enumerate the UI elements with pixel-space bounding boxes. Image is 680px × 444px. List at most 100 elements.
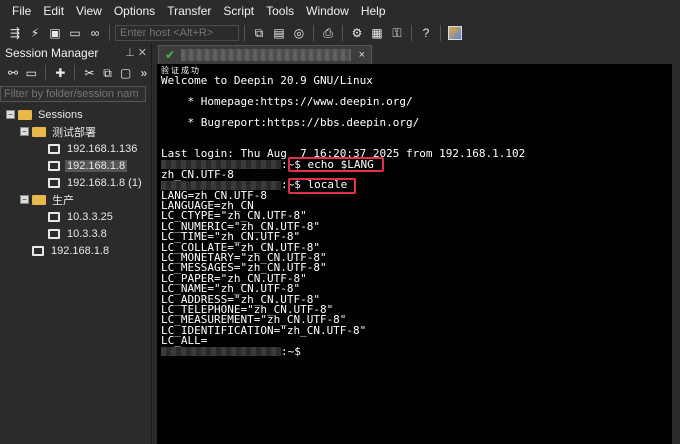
tab-close-button[interactable]: × — [359, 49, 365, 61]
terminal-line: Welcome to Deepin 20.9 GNU/Linux — [161, 74, 373, 88]
terminal-prompt-line: :~$ — [161, 344, 672, 358]
reconnect-icon[interactable]: ▭ — [66, 24, 84, 42]
tree-group[interactable]: − 生产 — [0, 191, 151, 208]
more-icon[interactable]: » — [137, 65, 151, 81]
host-input[interactable] — [115, 25, 239, 41]
menu-file[interactable]: File — [6, 0, 37, 22]
menu-transfer[interactable]: Transfer — [161, 0, 217, 22]
terminal-line: * Homepage:https://www.deepin.org/ — [161, 95, 413, 109]
terminal-scrollbar[interactable] — [672, 64, 680, 444]
tree-session[interactable]: 192.168.1.8 (1) — [0, 174, 151, 191]
menu-help[interactable]: Help — [355, 0, 392, 22]
cut-icon[interactable]: ✂ — [82, 65, 96, 81]
menu-options[interactable]: Options — [108, 0, 161, 22]
menu-bar: File Edit View Options Transfer Script T… — [0, 0, 680, 22]
add-icon[interactable]: ✚ — [53, 65, 67, 81]
terminal-line: LC_IDENTIFICATION="zh_CN.UTF-8" — [161, 323, 367, 337]
collapse-icon[interactable]: − — [20, 127, 29, 136]
tree-session-label: 192.168.1.136 — [67, 142, 138, 155]
tree-session-selected[interactable]: 192.168.1.8 — [0, 157, 151, 174]
tree-session[interactable]: 10.3.3.8 — [0, 225, 151, 242]
tree-session-label: 192.168.1.8 — [51, 244, 110, 257]
collapse-icon[interactable]: − — [6, 110, 15, 119]
menu-window[interactable]: Window — [300, 0, 355, 22]
tree-session-label: 10.3.3.25 — [67, 210, 113, 223]
sftp-icon[interactable] — [446, 24, 464, 42]
folder-icon — [32, 126, 46, 137]
monitor-icon — [48, 211, 60, 222]
session-manager-header: Session Manager ⊥ ✕ — [0, 44, 151, 62]
tree-session-label: 10.3.3.8 — [67, 227, 107, 240]
collapse-icon[interactable]: − — [20, 195, 29, 204]
find-icon[interactable]: ◎ — [290, 24, 308, 42]
session-tab-icon[interactable]: ▭ — [24, 65, 38, 81]
toolbar: ⇶ ⚡ ▣ ▭ ∞ ⧉ ▤ ◎ ⎙ ⚙ ▦ ⚿ ? — [0, 22, 680, 44]
copy-icon[interactable]: ⧉ — [100, 65, 114, 81]
redacted-hostname — [161, 347, 281, 357]
monitor-icon — [32, 245, 44, 256]
toolbar-divider — [74, 65, 76, 81]
toolbar-divider — [45, 65, 47, 81]
close-icon[interactable]: ✕ — [138, 47, 147, 59]
session-manager-toolbar: ⚯ ▭ ✚ ✂ ⧉ ▢ » — [0, 62, 151, 84]
tree-session[interactable]: 192.168.1.8 — [0, 242, 151, 259]
monitor-icon — [48, 177, 60, 188]
sftp-icon-glyph — [448, 26, 462, 40]
key-icon[interactable]: ⚿ — [388, 24, 406, 42]
connect-icon[interactable]: ⇶ — [6, 24, 24, 42]
monitor-icon — [48, 228, 60, 239]
tree-group-label: 测试部署 — [52, 126, 96, 139]
terminal-line: zh_CN.UTF-8 — [161, 167, 234, 181]
terminal-prompt-line: :~$ echo $LANG — [161, 159, 672, 170]
tree-session[interactable]: 192.168.1.136 — [0, 140, 151, 157]
tree-root[interactable]: − Sessions — [0, 106, 151, 123]
copy-icon[interactable]: ⧉ — [250, 24, 268, 42]
session-tab-strip: ✔ × — [154, 44, 680, 64]
toolbar-divider — [313, 25, 314, 41]
print-icon[interactable]: ⎙ — [319, 24, 337, 42]
tree-group[interactable]: − 测试部署 — [0, 123, 151, 140]
pin-icon[interactable]: ⊥ — [125, 47, 135, 59]
tree-group-label: 生产 — [52, 194, 74, 207]
tree-session[interactable]: 10.3.3.25 — [0, 208, 151, 225]
folder-icon — [32, 194, 46, 205]
toolbar-divider — [109, 25, 110, 41]
highlight-locale — [288, 178, 356, 194]
link-icon[interactable]: ∞ — [86, 24, 104, 42]
toolbar-divider — [411, 25, 412, 41]
terminal-icon[interactable]: ▣ — [46, 24, 64, 42]
menu-script[interactable]: Script — [217, 0, 260, 22]
menu-tools[interactable]: Tools — [260, 0, 300, 22]
paste-icon[interactable]: ▢ — [119, 65, 133, 81]
toolbar-divider — [342, 25, 343, 41]
session-tree: − Sessions − 测试部署 192.168.1.136 192.168.… — [0, 106, 151, 259]
highlight-echo-lang — [288, 157, 384, 172]
terminal-output[interactable]: 验证成功 Welcome to Deepin 20.9 GNU/Linux * … — [157, 64, 672, 444]
menu-view[interactable]: View — [70, 0, 108, 22]
settings-icon[interactable]: ⚙ — [348, 24, 366, 42]
tree-session-label: 192.168.1.8 — [65, 159, 128, 172]
terminal-line: LC_ALL= — [161, 334, 208, 348]
terminal-command: :~$ — [281, 344, 301, 358]
lightning-icon[interactable]: ⚡ — [26, 24, 44, 42]
session-filter-input[interactable] — [0, 86, 146, 102]
tree-root-label: Sessions — [38, 108, 83, 121]
connect-icon[interactable]: ⚯ — [6, 65, 20, 81]
terminal-line: Last login: Thu Aug 7 16:20:37 2025 from… — [161, 147, 526, 161]
tree-session-label: 192.168.1.8 (1) — [67, 176, 142, 189]
folder-icon — [18, 109, 32, 120]
monitor-icon — [48, 160, 60, 171]
terminal-line: * Bugreport:https://bbs.deepin.org/ — [161, 115, 420, 129]
panel-controls: ⊥ ✕ — [125, 44, 147, 62]
keymap-icon[interactable]: ▦ — [368, 24, 386, 42]
menu-edit[interactable]: Edit — [37, 0, 70, 22]
help-icon[interactable]: ? — [417, 24, 435, 42]
session-tab[interactable]: ✔ × — [158, 45, 372, 64]
session-tab-name-redacted — [181, 49, 352, 61]
check-icon: ✔ — [165, 48, 176, 62]
toolbar-divider — [440, 25, 441, 41]
toolbar-divider — [244, 25, 245, 41]
paste-icon[interactable]: ▤ — [270, 24, 288, 42]
session-manager-panel: Session Manager ⊥ ✕ ⚯ ▭ ✚ ✂ ⧉ ▢ » − Sess… — [0, 44, 152, 444]
